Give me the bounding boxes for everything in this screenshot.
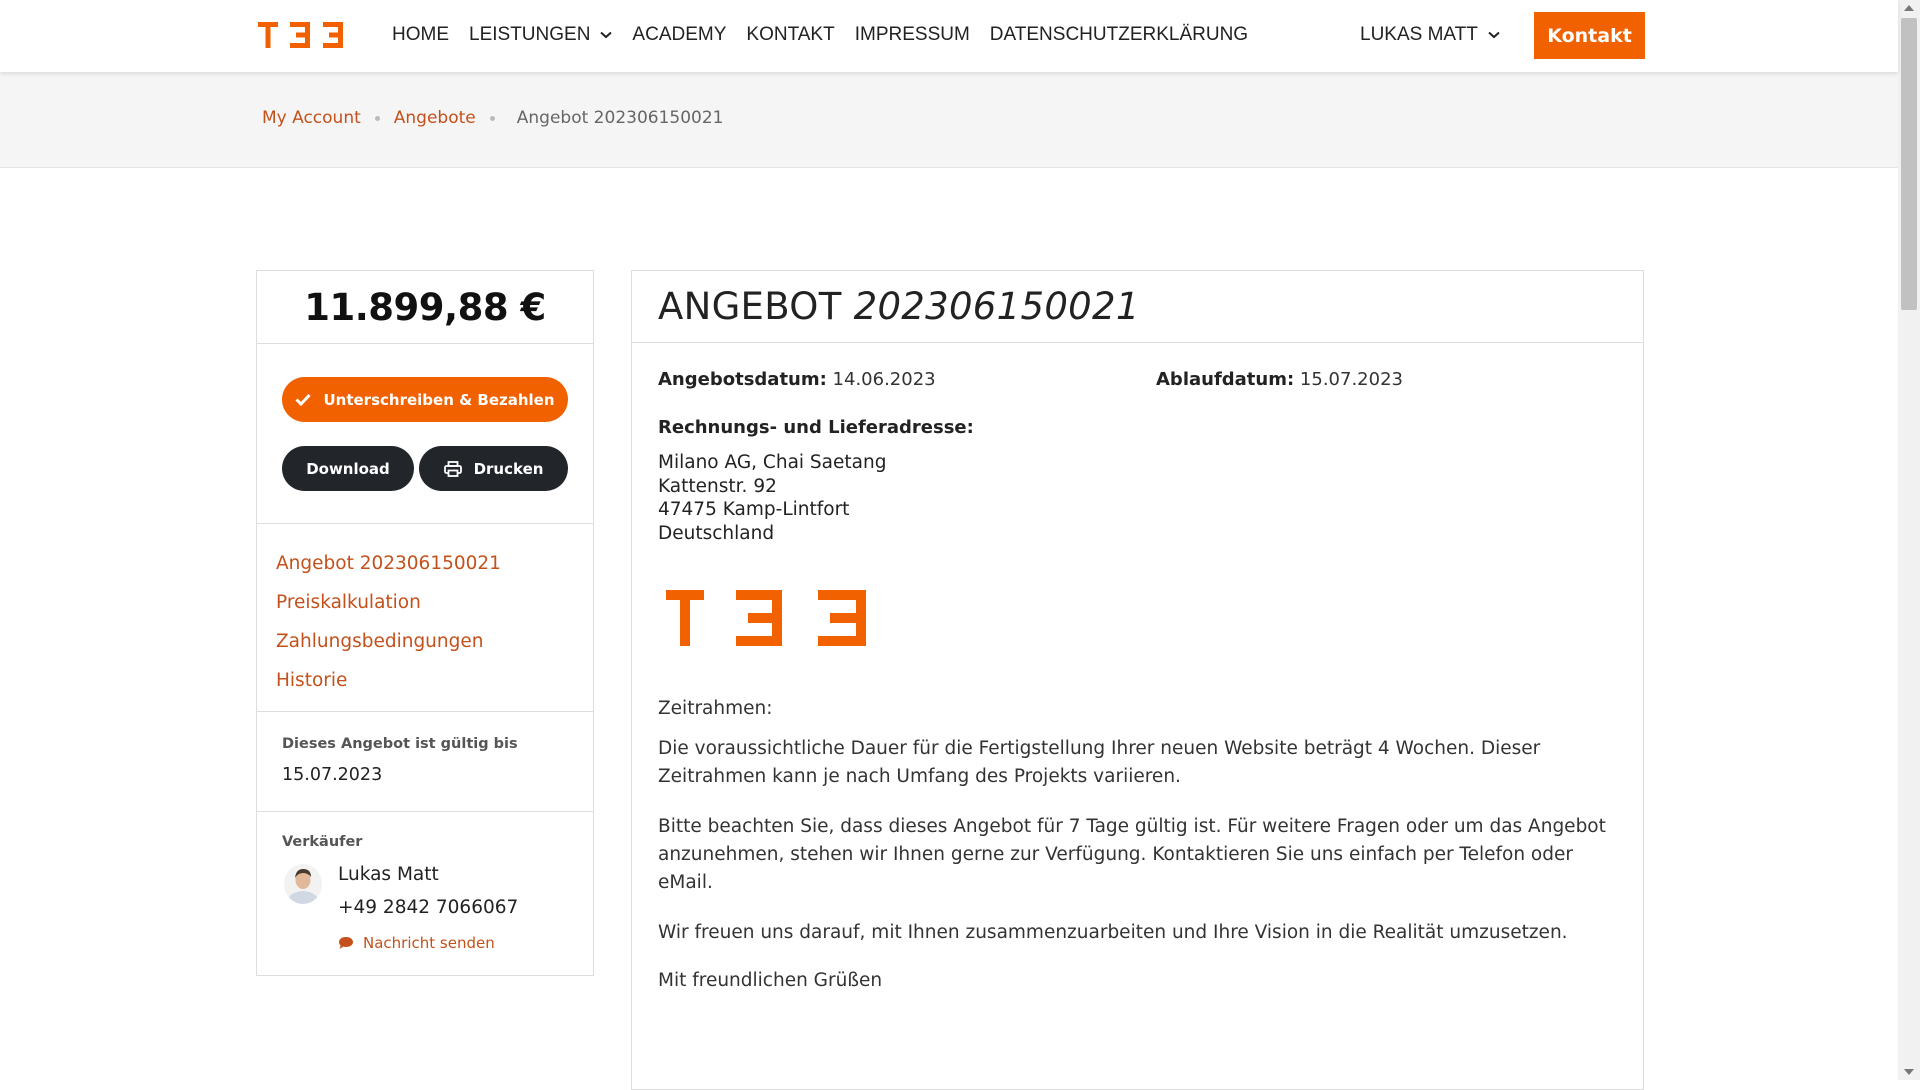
nav-impressum[interactable]: IMPRESSUM: [855, 24, 970, 46]
tbb-logo-large: [666, 590, 866, 646]
breadcrumb: My Account Angebote Angebot 202306150021: [262, 108, 723, 128]
print-label: Drucken: [473, 459, 544, 478]
offer-expiry-value: 15.07.2023: [1299, 369, 1403, 390]
address-title: Rechnungs- und Lieferadresse:: [658, 417, 974, 438]
offer-expiry-label: Ablaufdatum:: [1156, 369, 1295, 390]
sign-and-pay-label: Unterschreiben & Bezahlen: [323, 390, 555, 409]
address-line: Deutschland: [658, 522, 775, 544]
scroll-down-arrow-icon[interactable]: [1904, 1069, 1914, 1075]
sign-and-pay-button[interactable]: Unterschreiben & Bezahlen: [282, 377, 568, 422]
offer-date-value: 14.06.2023: [832, 369, 936, 390]
offer-paragraph: Bitte beachten Sie, dass dieses Angebot …: [658, 816, 1606, 893]
timeframe-heading: Zeitrahmen:: [658, 698, 773, 719]
offer-title: ANGEBOT 202306150021: [632, 271, 1643, 343]
address-line: 47475 Kamp-Lintfort: [658, 499, 850, 520]
offer-expiry: Ablaufdatum: 15.07.2023: [1156, 369, 1403, 390]
download-label: Download: [306, 459, 390, 478]
breadcrumb-angebote[interactable]: Angebote: [394, 108, 476, 128]
download-button[interactable]: Download: [282, 446, 414, 491]
kontakt-button[interactable]: Kontakt: [1534, 12, 1645, 59]
scrollbar-thumb[interactable]: [1901, 18, 1917, 310]
chat-bubble-icon: [339, 937, 353, 949]
nav-academy[interactable]: ACADEMY: [632, 24, 726, 46]
offer-document: ANGEBOT 202306150021 Angebotsdatum: 14.0…: [631, 270, 1644, 1090]
offer-number: 202306150021: [853, 285, 1140, 328]
offer-section-links: Angebot 202306150021 Preiskalkulation Za…: [257, 524, 593, 712]
offer-date: Angebotsdatum: 14.06.2023: [658, 369, 936, 390]
chevron-down-icon: [600, 31, 613, 39]
seller-phone[interactable]: +49 2842 7066067: [338, 897, 518, 918]
offer-date-label: Angebotsdatum:: [658, 369, 827, 390]
breadcrumb-bar: My Account Angebote Angebot 202306150021: [0, 72, 1898, 168]
scroll-up-arrow-icon[interactable]: [1904, 5, 1914, 11]
nav-home[interactable]: HOME: [392, 24, 449, 46]
offer-sidebar: 11.899,88 € Unterschreiben & Bezahlen Do…: [256, 270, 594, 976]
offer-paragraph: Die voraussichtliche Dauer für die Ferti…: [658, 738, 1541, 787]
validity-date: 15.07.2023: [282, 765, 383, 785]
offer-actions: Unterschreiben & Bezahlen Download Druck…: [257, 344, 593, 524]
user-menu[interactable]: LUKAS MATT: [1360, 0, 1500, 70]
breadcrumb-current: Angebot 202306150021: [516, 108, 724, 128]
breadcrumb-separator: [374, 115, 380, 121]
nav-leistungen[interactable]: LEISTUNGEN: [469, 24, 613, 46]
chevron-down-icon: [1488, 31, 1500, 39]
validity-section: Dieses Angebot ist gültig bis 15.07.2023: [257, 712, 593, 812]
page-scrollbar[interactable]: [1898, 0, 1920, 1080]
offer-closing: Mit freundlichen Grüßen: [658, 970, 883, 991]
address-line: Milano AG, Chai Saetang: [658, 452, 887, 473]
nav-academy-label: ACADEMY: [632, 24, 727, 45]
nav-kontakt[interactable]: KONTAKT: [746, 24, 834, 46]
address-line: Kattenstr. 92: [658, 475, 777, 497]
avatar: [284, 864, 322, 904]
nav-datenschutz[interactable]: DATENSCHUTZERKLÄRUNG: [990, 24, 1248, 46]
print-button[interactable]: Drucken: [419, 446, 568, 491]
site-header: HOME LEISTUNGEN ACADEMY KONTAKT IMPRESSU…: [0, 0, 1898, 72]
billing-address: Milano AG, Chai Saetang Kattenstr. 92 47…: [658, 451, 886, 545]
user-name: LUKAS MATT: [1360, 24, 1478, 45]
validity-label: Dieses Angebot ist gültig bis: [282, 736, 518, 752]
nav-kontakt-label: KONTAKT: [746, 24, 835, 45]
offer-total-price: 11.899,88 €: [257, 271, 593, 344]
tbb-logo[interactable]: [258, 20, 350, 50]
nav-datenschutz-label: DATENSCHUTZERKLÄRUNG: [989, 24, 1249, 45]
seller-name: Lukas Matt: [338, 864, 439, 885]
send-message-label: Nachricht senden: [363, 934, 495, 952]
breadcrumb-my-account[interactable]: My Account: [262, 108, 361, 128]
check-icon: [295, 393, 312, 406]
nav-home-label: HOME: [392, 24, 449, 45]
link-zahlungsbedingungen[interactable]: Zahlungsbedingungen: [276, 622, 593, 661]
seller-section: Verkäufer Lukas Matt +49 2842 7066067 Na…: [257, 812, 593, 972]
main-nav: HOME LEISTUNGEN ACADEMY KONTAKT IMPRESSU…: [392, 0, 1268, 70]
breadcrumb-separator: [489, 115, 495, 121]
nav-leistungen-label: LEISTUNGEN: [469, 24, 591, 45]
nav-impressum-label: IMPRESSUM: [854, 24, 970, 45]
offer-title-label: ANGEBOT: [658, 285, 842, 328]
link-historie[interactable]: Historie: [276, 661, 593, 700]
printer-icon: [443, 460, 462, 477]
offer-paragraph: Wir freuen uns darauf, mit Ihnen zusamme…: [658, 922, 1568, 943]
link-preiskalkulation[interactable]: Preiskalkulation: [276, 583, 593, 622]
seller-label: Verkäufer: [282, 834, 363, 850]
send-message-link[interactable]: Nachricht senden: [338, 934, 495, 952]
link-angebot[interactable]: Angebot 202306150021: [276, 544, 593, 583]
